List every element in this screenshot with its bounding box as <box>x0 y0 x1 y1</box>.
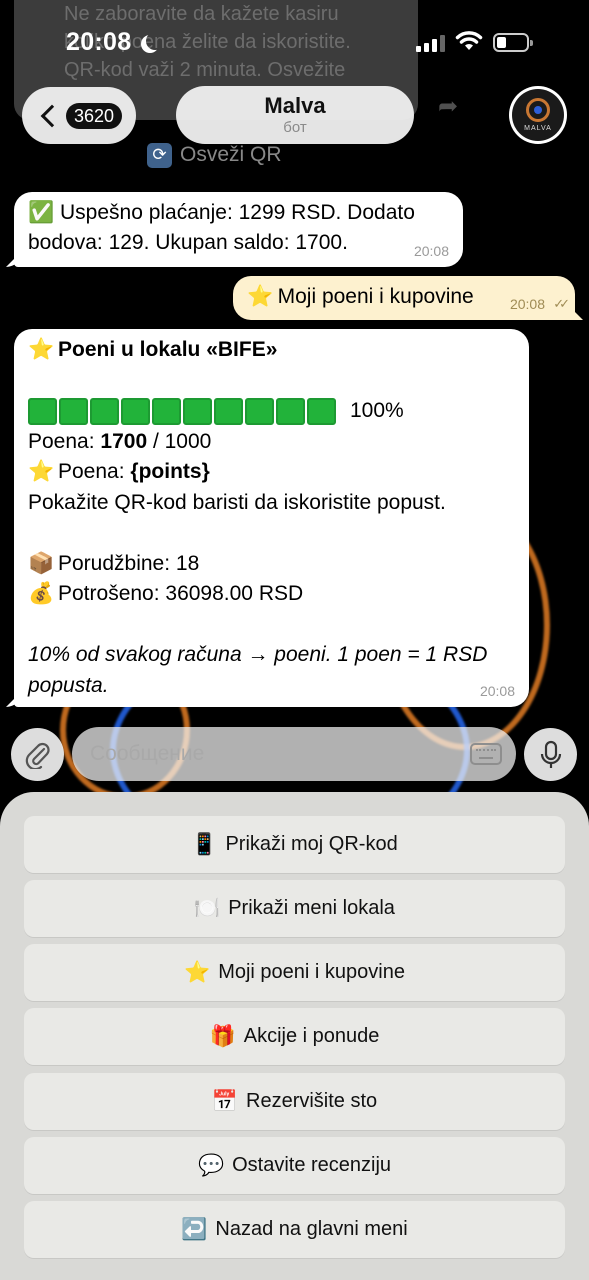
points-message[interactable]: ⭐ Poeni u lokalu «BIFE» 100% Poena: 1700 … <box>14 329 529 707</box>
show-qr-button[interactable]: 📱 Prikaži moj QR-kod <box>24 816 565 873</box>
points-title: ⭐ Poeni u lokalu «BIFE» <box>28 335 515 366</box>
progress-block <box>90 397 119 425</box>
back-button[interactable]: 3620 <box>22 87 136 144</box>
leave-review-button[interactable]: 💬 Ostavite recenziju <box>24 1137 565 1194</box>
gift-icon: 🎁 <box>209 1024 236 1048</box>
progress-block <box>152 397 181 425</box>
progress-block <box>276 397 305 425</box>
star-icon: ⭐ <box>28 338 55 361</box>
package-icon: 📦 <box>28 551 55 575</box>
chat-header[interactable]: Malva бот <box>176 86 414 144</box>
check-mark-icon: ✅ <box>28 201 55 224</box>
status-bar: 20:08 <box>0 0 589 80</box>
phone-icon: 📱 <box>191 832 218 856</box>
orders-line: 📦 Porudžbine: 18 <box>28 549 515 580</box>
refresh-icon: ⟳ <box>147 142 172 168</box>
avatar-text: MALVA <box>524 125 552 132</box>
points-note-line-2: popusta. <box>28 673 109 697</box>
moon-icon <box>146 32 164 50</box>
my-points-button[interactable]: ⭐ Moji poeni i kupovine <box>24 944 565 1001</box>
progress-block <box>245 397 274 425</box>
star-icon: ⭐ <box>247 285 274 308</box>
chat-title: Malva <box>264 93 326 118</box>
button-label: Moji poeni i kupovine <box>218 961 405 983</box>
chevron-left-icon <box>40 104 64 127</box>
battery-icon <box>493 33 533 52</box>
plate-icon: 🍽️ <box>194 896 221 920</box>
button-label: Rezervišite sto <box>246 1090 378 1112</box>
payment-line-1: Uspešno plaćanje: 1299 RSD. Dodato <box>60 201 415 224</box>
user-message-text: Moji poeni i kupovine <box>277 285 474 308</box>
placeholder-label: Poena: <box>58 460 131 483</box>
points-note-line-1: 10% od svakog računa → poeni. 1 poen = 1… <box>28 643 488 666</box>
return-arrow-icon: ↩️ <box>181 1217 208 1241</box>
progress-bar <box>28 397 336 425</box>
speech-bubble-icon: 💬 <box>197 1153 225 1177</box>
attach-button[interactable] <box>11 728 64 781</box>
back-to-main-menu-button[interactable]: ↩️ Nazad na glavni meni <box>24 1201 565 1258</box>
placeholder-value: {points} <box>130 460 210 483</box>
orders-text: Porudžbine: 18 <box>58 551 200 575</box>
microphone-icon <box>540 740 561 768</box>
progress-block <box>28 397 57 425</box>
reply-keyboard: 📱 Prikaži moj QR-kod 🍽️ Prikaži meni lok… <box>0 792 589 1280</box>
qr-hint: Pokažite QR-kod baristi da iskoristite p… <box>28 490 446 514</box>
avatar[interactable]: MALVA <box>509 86 567 144</box>
status-time: 20:08 <box>66 28 132 56</box>
progress-block <box>214 397 243 425</box>
flower-icon <box>526 98 550 122</box>
message-input[interactable]: Сообщение <box>72 727 516 781</box>
points-value: 1700 <box>100 429 148 453</box>
promotions-button[interactable]: 🎁 Akcije i ponude <box>24 1008 565 1065</box>
progress-block <box>307 397 336 425</box>
progress-block <box>59 397 88 425</box>
share-icon: ➦ <box>438 93 459 120</box>
reserve-table-button[interactable]: 📅 Rezervišite sto <box>24 1073 565 1130</box>
message-text: ✅ Uspešno plaćanje: 1299 RSD. Dodato bod… <box>28 198 449 258</box>
paperclip-icon <box>25 742 50 769</box>
refresh-qr-button[interactable]: ⟳ Osveži QR <box>147 141 282 169</box>
star-icon: ⭐ <box>28 460 55 483</box>
points-placeholder-line: ⭐ Poena: {points} <box>28 457 515 488</box>
button-label: Prikaži moj QR-kod <box>225 833 398 855</box>
points-total: / 1000 <box>147 429 212 453</box>
payment-message[interactable]: ✅ Uspešno plaćanje: 1299 RSD. Dodato bod… <box>14 192 463 267</box>
spent-line: 💰 Potrošeno: 36098.00 RSD <box>28 579 515 610</box>
button-label: Akcije i ponude <box>243 1025 380 1047</box>
payment-line-2: bodova: 129. Ukupan saldo: 1700. <box>28 231 348 254</box>
points-line: Poena: 1700 / 1000 <box>28 427 515 458</box>
button-label: Prikaži meni lokala <box>228 897 395 919</box>
user-message[interactable]: ⭐ Moji poeni i kupovine 20:08 ✓✓ <box>233 276 575 320</box>
calendar-icon: 📅 <box>211 1089 238 1113</box>
money-bag-icon: 💰 <box>28 582 55 605</box>
chat-subtitle: бот <box>283 119 307 136</box>
spent-text: Potrošeno: 36098.00 RSD <box>58 582 304 605</box>
progress-percent: 100% <box>350 399 404 423</box>
button-label: Nazad na glavni meni <box>215 1218 408 1240</box>
refresh-qr-label: Osveži QR <box>180 143 282 166</box>
progress-block <box>183 397 212 425</box>
show-menu-button[interactable]: 🍽️ Prikaži meni lokala <box>24 880 565 937</box>
signal-icon <box>416 35 445 52</box>
microphone-button[interactable] <box>524 728 577 781</box>
points-label: Poena: <box>28 429 101 453</box>
message-time: 20:08 <box>509 296 545 312</box>
points-progress: 100% <box>28 396 515 427</box>
message-time: 20:08 <box>413 243 449 259</box>
double-check-icon: ✓✓ <box>553 296 570 311</box>
message-input-placeholder: Сообщение <box>90 742 205 765</box>
button-label: Ostavite recenziju <box>232 1154 392 1176</box>
star-icon: ⭐ <box>184 960 211 984</box>
wifi-icon <box>455 31 483 50</box>
message-time: 20:08 <box>479 683 515 699</box>
keyboard-icon[interactable] <box>470 743 502 765</box>
progress-block <box>121 397 150 425</box>
points-title-text: Poeni u lokalu «BIFE» <box>58 338 278 361</box>
malva-logo: MALVA <box>512 89 564 141</box>
unread-count-badge: 3620 <box>66 102 123 129</box>
